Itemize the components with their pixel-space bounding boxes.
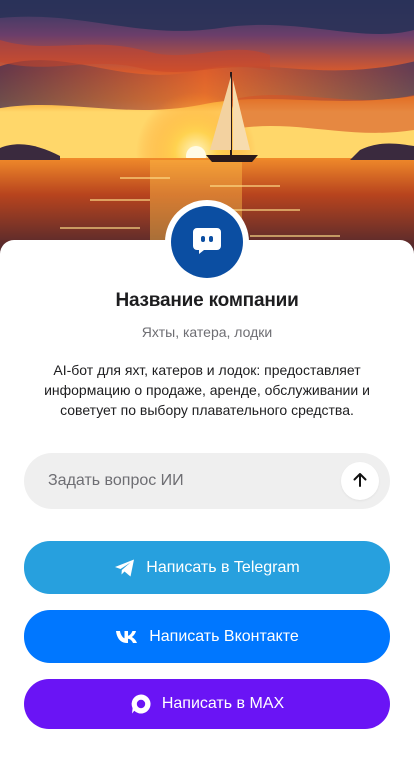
write-max-label: Написать в MAX bbox=[161, 695, 285, 712]
avatar-circle bbox=[171, 206, 243, 278]
company-description: AI-бот для яхт, катеров и лодок: предост… bbox=[44, 362, 370, 418]
ask-ai-input[interactable] bbox=[48, 453, 348, 509]
write-telegram-button[interactable]: Написать в Telegram bbox=[24, 541, 390, 594]
ask-ai-box bbox=[24, 453, 390, 509]
vk-icon bbox=[115, 630, 139, 644]
write-max-button[interactable]: Написать в MAX bbox=[24, 679, 390, 729]
company-name: Название компании bbox=[115, 290, 299, 311]
avatar bbox=[165, 200, 249, 284]
telegram-icon bbox=[114, 558, 136, 578]
write-vk-label: Написать Вконтакте bbox=[149, 627, 299, 645]
write-telegram-label: Написать в Telegram bbox=[146, 558, 300, 576]
chat-bot-icon bbox=[190, 223, 224, 262]
write-vk-button[interactable]: Написать Вконтакте bbox=[24, 610, 390, 663]
company-tagline: Яхты, катера, лодки bbox=[141, 324, 273, 340]
send-button[interactable] bbox=[341, 462, 379, 500]
arrow-up-icon bbox=[351, 471, 369, 492]
max-icon bbox=[130, 693, 152, 715]
